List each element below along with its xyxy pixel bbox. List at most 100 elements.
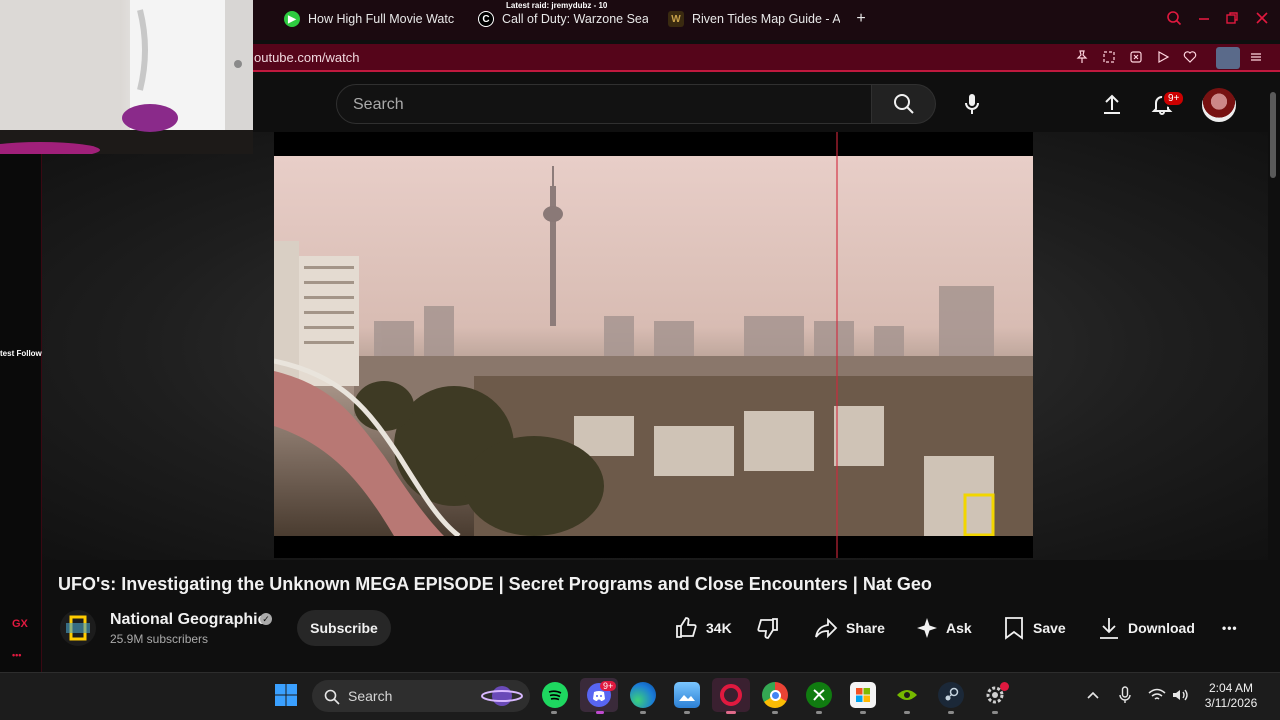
running-indicator (726, 711, 736, 714)
webcam-overlay (0, 0, 253, 154)
clock-time: 2:04 AM (1208, 681, 1254, 695)
running-indicator (816, 711, 822, 714)
c-logo-icon: C (478, 11, 494, 27)
running-indicator (640, 711, 646, 714)
close-icon[interactable] (1254, 10, 1270, 31)
running-indicator (904, 711, 910, 714)
wolf-icon: W (668, 11, 684, 27)
tab-title: Riven Tides Map Guide - A (692, 12, 840, 26)
mic-icon (965, 94, 979, 114)
latest-raid-text: Latest raid: jremydubz - 10 (506, 1, 608, 10)
running-indicator (992, 711, 998, 714)
search-button[interactable] (872, 84, 936, 124)
sparkle-icon (917, 618, 937, 638)
wifi-icon[interactable] (1144, 682, 1170, 708)
microphone-tray-icon[interactable] (1112, 682, 1138, 708)
xbox-icon[interactable] (806, 682, 832, 708)
share-button[interactable]: Share (814, 614, 885, 642)
tab-title: Call of Duty: Warzone Sea (502, 12, 648, 26)
notification-badge: 9+ (1162, 90, 1186, 107)
sidebar-more-icon[interactable]: ••• (12, 650, 21, 660)
tab-how-high[interactable]: ▶ How High Full Movie Watc (284, 8, 456, 30)
snapshot-icon[interactable] (1101, 50, 1117, 66)
gx-corner-icon[interactable]: GX (12, 618, 28, 630)
profile-avatar[interactable] (1216, 47, 1240, 69)
search-placeholder: Search (353, 96, 404, 113)
vertical-guide-line (836, 132, 838, 558)
download-button[interactable]: Download (1098, 614, 1195, 642)
running-indicator (596, 711, 604, 714)
discord-badge: 9+ (600, 681, 617, 691)
steam-icon[interactable] (938, 682, 964, 708)
photos-icon[interactable] (674, 682, 700, 708)
spotify-icon[interactable] (542, 682, 568, 708)
ask-label: Ask (946, 620, 972, 636)
edge-icon[interactable] (630, 682, 656, 708)
share-icon (815, 617, 838, 639)
video-title: UFO's: Investigating the Unknown MEGA EP… (58, 574, 932, 594)
restore-icon[interactable] (1224, 10, 1240, 31)
planet-icon (481, 686, 523, 706)
windows-start-icon[interactable] (273, 682, 299, 708)
channel-avatar[interactable] (60, 610, 96, 646)
video-player[interactable] (274, 132, 1033, 558)
ask-button[interactable]: Ask (916, 614, 972, 642)
opera-sidebar (0, 72, 42, 672)
create-button[interactable] (1096, 88, 1128, 120)
upload-icon (1104, 94, 1120, 114)
adblock-icon[interactable] (1128, 50, 1144, 66)
nvidia-icon[interactable] (894, 682, 920, 708)
settings-alert-dot (1000, 682, 1009, 691)
running-indicator (684, 711, 690, 714)
search-icon (893, 94, 914, 114)
subscriber-count: 25.9M subscribers (110, 632, 209, 646)
search-input[interactable]: Search (336, 84, 872, 124)
bookmark-icon (1005, 617, 1023, 640)
tab-call-of-duty[interactable]: C Call of Duty: Warzone Sea (478, 8, 648, 30)
share-label: Share (846, 620, 885, 636)
like-button[interactable]: 34K (674, 614, 732, 642)
account-avatar[interactable] (1202, 88, 1236, 122)
running-indicator (551, 711, 557, 714)
running-indicator (948, 711, 954, 714)
chevron-up-icon[interactable] (1080, 682, 1106, 708)
running-indicator (772, 711, 778, 714)
minimize-icon[interactable] (1196, 10, 1212, 31)
scrollbar-thumb[interactable] (1270, 92, 1276, 178)
easy-setup-icon[interactable] (1248, 50, 1264, 66)
heart-icon[interactable] (1182, 50, 1198, 66)
store-icon[interactable] (850, 682, 876, 708)
like-count: 34K (706, 620, 732, 636)
save-button[interactable]: Save (1003, 614, 1066, 642)
taskbar-search-label: Search (348, 688, 393, 704)
save-label: Save (1033, 620, 1066, 636)
pin-icon[interactable] (1074, 50, 1090, 66)
tab-riven-tides[interactable]: W Riven Tides Map Guide - A (668, 8, 840, 30)
subscribe-button[interactable]: Subscribe (297, 610, 391, 646)
system-clock[interactable]: 2:04 AM 3/11/2026 (1196, 681, 1266, 711)
clock-date: 3/11/2026 (1204, 696, 1258, 710)
player-icon[interactable] (1155, 50, 1171, 66)
new-tab-button[interactable]: + (852, 8, 870, 30)
search-icon (324, 689, 340, 705)
city-skyline-image (274, 156, 1033, 536)
thumbs-down-icon (757, 618, 778, 639)
more-actions-button[interactable]: ••• (1222, 614, 1238, 642)
nat-geo-logo-icon (66, 615, 90, 641)
channel-name[interactable]: National Geographic (110, 611, 266, 629)
voice-search-button[interactable] (952, 84, 992, 124)
volume-icon[interactable] (1168, 682, 1194, 708)
chrome-icon[interactable] (762, 682, 788, 708)
play-circle-icon: ▶ (284, 11, 300, 27)
video-frame (274, 156, 1033, 536)
download-icon (1100, 618, 1118, 639)
download-label: Download (1128, 620, 1195, 636)
tab-title: How High Full Movie Watc (308, 12, 455, 26)
url-text[interactable]: outube.com/watch (254, 50, 360, 65)
opera-gx-icon[interactable] (712, 678, 750, 712)
thumbs-up-icon (676, 617, 697, 638)
search-tabs-icon[interactable] (1166, 10, 1182, 31)
verified-icon: ✓ (260, 613, 272, 625)
dislike-button[interactable] (756, 614, 780, 642)
taskbar-search[interactable]: Search (312, 680, 530, 712)
